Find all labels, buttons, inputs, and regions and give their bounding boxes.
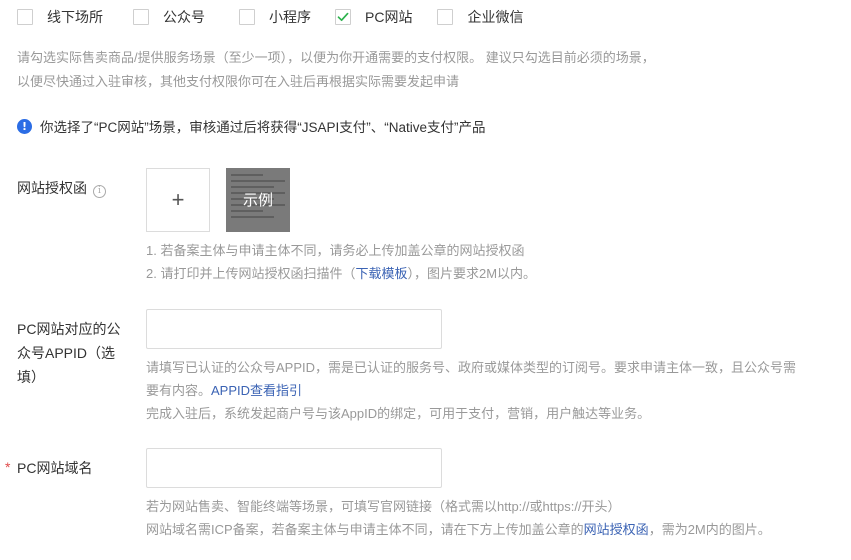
auth-letter-help-2-prefix: 2. 请打印并上传网站授权函扫描件（ <box>146 266 356 281</box>
appid-label: PC网站对应的公 众号APPID（选 填） <box>17 317 120 389</box>
scene-offline[interactable]: 线下场所 <box>17 7 103 27</box>
scene-official-account[interactable]: 公众号 <box>133 7 205 27</box>
appid-help-1: 请填写已认证的公众号APPID，需是已认证的服务号、政府或媒体类型的订阅号。要求… <box>146 360 797 375</box>
auth-letter-label-text: 网站授权函 <box>17 180 87 196</box>
checkbox-pc-website[interactable] <box>335 9 351 25</box>
scene-official-account-label: 公众号 <box>163 9 205 25</box>
appid-help-2-prefix: 要有内容。 <box>146 383 212 398</box>
appid-guide-link[interactable]: APPID查看指引 <box>211 383 302 398</box>
notice-text: 你选择了“PC网站”场景，审核通过后将获得“JSAPI支付”、“Native支付… <box>40 120 486 135</box>
appid-input[interactable] <box>146 309 442 349</box>
auth-letter-label: 网站授权函 i <box>17 176 106 200</box>
appid-help: 请填写已认证的公众号APPID，需是已认证的服务号、政府或媒体类型的订阅号。要求… <box>146 356 851 425</box>
sample-label: 示例 <box>242 192 273 209</box>
domain-help-1: 若为网站售卖、智能终端等场景，可填写官网链接（格式需以http://或https… <box>146 499 621 514</box>
auth-letter-help-1: 1. 若备案主体与申请主体不同，请务必上传加盖公章的网站授权函 <box>146 243 525 258</box>
info-icon: ! <box>17 118 32 134</box>
scene-checkbox-group: 线下场所 公众号 小程序 PC网站 企业微信 <box>17 7 523 27</box>
info-circle-icon[interactable]: i <box>93 184 106 198</box>
domain-help-2-prefix: 网站域名需ICP备案，若备案主体与申请主体不同，请在下方上传加盖公章的 <box>146 522 584 537</box>
plus-icon: + <box>171 187 185 212</box>
domain-help-2: 网站域名需ICP备案，若备案主体与申请主体不同，请在下方上传加盖公章的网站授权函… <box>146 518 771 541</box>
scene-pc-website[interactable]: PC网站 <box>335 7 412 27</box>
auth-letter-help-2-suffix: ），图片要求2M以内。 <box>407 266 537 281</box>
auth-letter-sample-thumbnail[interactable]: 示例 <box>226 168 290 232</box>
auth-letter-help-2: 2. 请打印并上传网站授权函扫描件（下载模板），图片要求2M以内。 <box>146 262 536 285</box>
appid-label-line-2: 众号APPID（选 <box>17 345 116 361</box>
checkbox-wecom[interactable] <box>437 9 454 25</box>
auth-letter-help: 1. 若备案主体与申请主体不同，请务必上传加盖公章的网站授权函 2. 请打印并上… <box>146 239 536 285</box>
appid-label-line-1: PC网站对应的公 <box>17 321 121 337</box>
appid-help-2: 要有内容。APPID查看指引 <box>146 379 851 402</box>
download-template-link[interactable]: 下载模板 <box>355 266 407 281</box>
auth-letter-link[interactable]: 网站授权函 <box>584 522 649 537</box>
required-marker: * <box>5 459 11 475</box>
scene-offline-label: 线下场所 <box>47 9 103 25</box>
checkbox-official-account[interactable] <box>133 9 149 25</box>
checkbox-offline[interactable] <box>17 9 33 25</box>
scene-mini-program-label: 小程序 <box>269 9 311 25</box>
scene-wecom-label: 企业微信 <box>467 9 524 25</box>
check-icon <box>337 12 349 22</box>
domain-help: 若为网站售卖、智能终端等场景，可填写官网链接（格式需以http://或https… <box>146 495 771 541</box>
description-line-2: 以便尽快通过入驻审核，其他支付权限你可在入驻后再根据实际需要发起申请 <box>17 74 460 89</box>
scene-notice: ! 你选择了“PC网站”场景，审核通过后将获得“JSAPI支付”、“Native… <box>17 116 486 136</box>
scene-mini-program[interactable]: 小程序 <box>239 7 311 27</box>
domain-help-2-suffix: ，需为2M内的图片。 <box>648 522 771 537</box>
scene-wecom[interactable]: 企业微信 <box>437 7 523 27</box>
scene-pc-website-label: PC网站 <box>365 9 413 25</box>
scene-description: 请勾选实际售卖商品/提供服务场景（至少一项），以便为你开通需要的支付权限。 建议… <box>17 46 737 94</box>
checkbox-mini-program[interactable] <box>239 9 255 25</box>
domain-input[interactable] <box>146 448 442 488</box>
auth-letter-upload-button[interactable]: + <box>146 168 210 232</box>
appid-help-3: 完成入驻后，系统发起商户号与该AppID的绑定，可用于支付，营销，用户触达等业务… <box>146 406 651 421</box>
description-line-1: 请勾选实际售卖商品/提供服务场景（至少一项），以便为你开通需要的支付权限。 建议… <box>17 50 655 65</box>
domain-label: PC网站域名 <box>17 460 93 476</box>
appid-label-line-3: 填） <box>17 369 45 385</box>
